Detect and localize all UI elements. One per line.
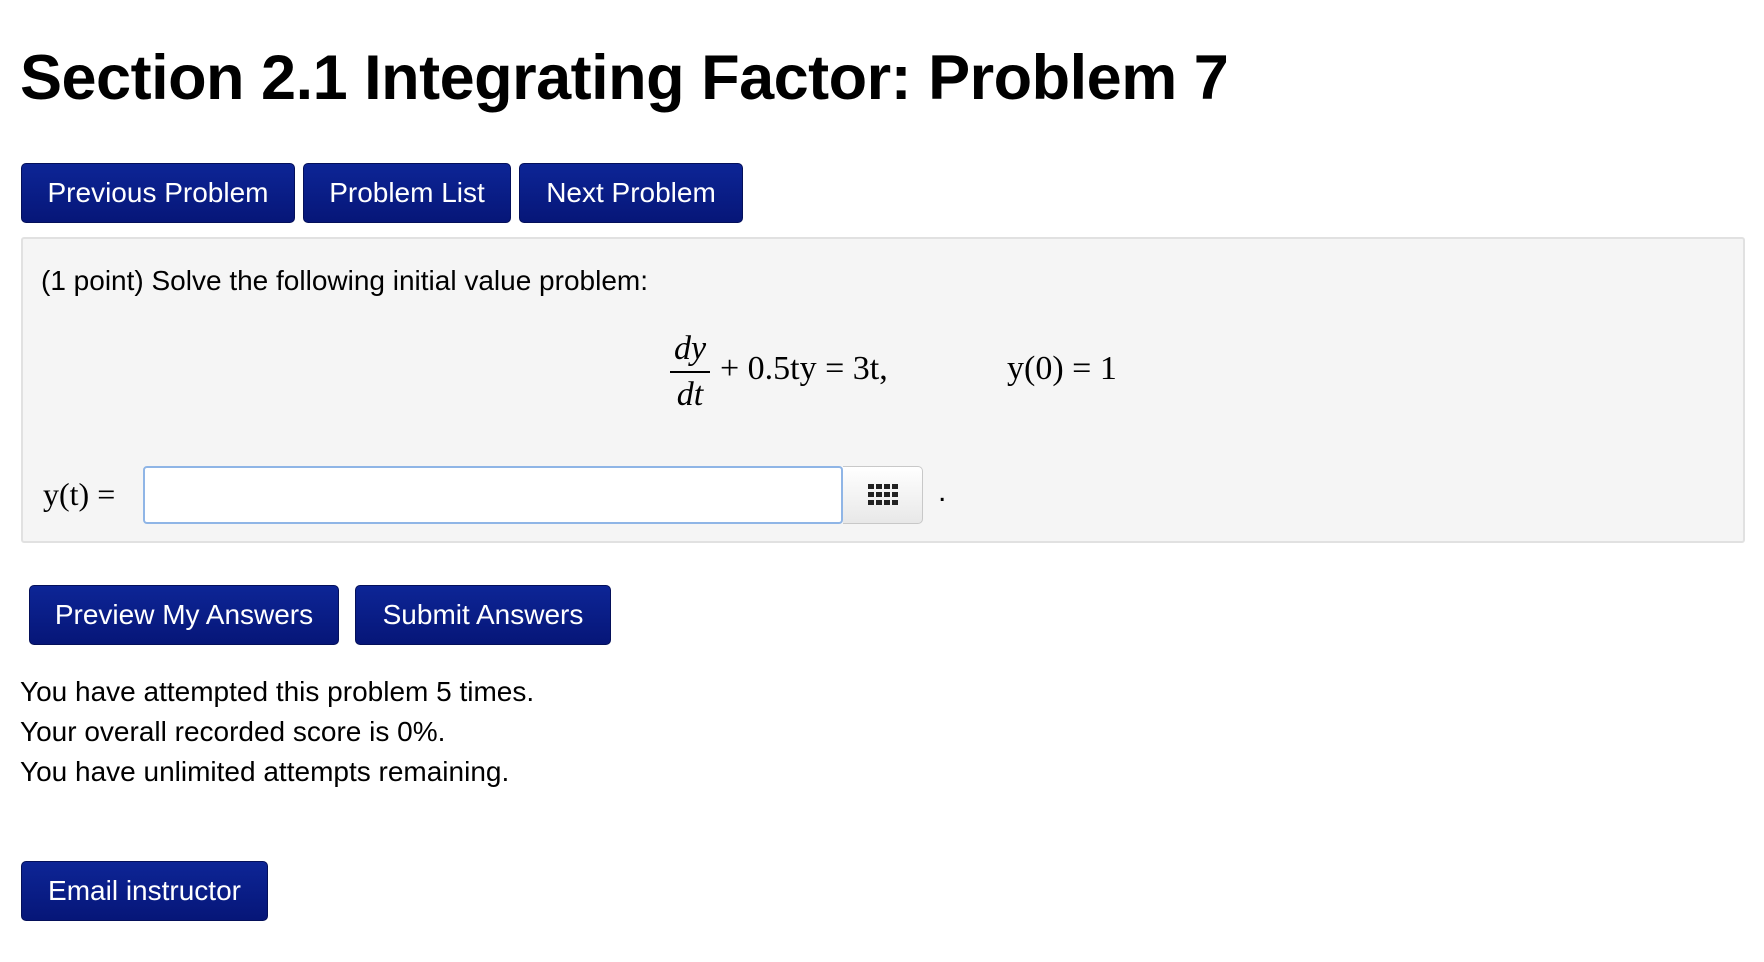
remaining-attempts-status: You have unlimited attempts remaining. <box>20 756 510 787</box>
next-problem-button[interactable]: Next Problem <box>519 163 743 223</box>
derivative-fraction: dy dt <box>670 327 710 417</box>
fraction-numerator: dy <box>673 330 707 367</box>
answer-trailing-period: . <box>938 475 947 508</box>
preview-answers-button[interactable]: Preview My Answers <box>29 585 339 645</box>
problem-statement-box: (1 point) Solve the following initial va… <box>21 237 1745 543</box>
email-instructor-button[interactable]: Email instructor <box>21 861 268 921</box>
answer-input[interactable] <box>143 466 843 524</box>
fraction-denominator: dt <box>676 376 704 413</box>
page-title: Section 2.1 Integrating Factor: Problem … <box>20 43 1229 113</box>
problem-intro-text: (1 point) Solve the following initial va… <box>41 265 648 296</box>
answer-label: y(t) = <box>43 476 116 512</box>
initial-condition: y(0) = 1 <box>1007 350 1117 387</box>
equation-remainder: + 0.5ty = 3t, <box>720 350 888 387</box>
grid-icon <box>867 484 898 505</box>
problem-list-button[interactable]: Problem List <box>303 163 511 223</box>
equation-palette-button[interactable] <box>843 466 923 524</box>
attempts-status: You have attempted this problem 5 times. <box>20 676 535 707</box>
score-status: Your overall recorded score is 0%. <box>20 716 446 747</box>
submit-answers-button[interactable]: Submit Answers <box>355 585 611 645</box>
webwork-problem-page: Section 2.1 Integrating Factor: Problem … <box>0 0 1764 962</box>
previous-problem-button[interactable]: Previous Problem <box>21 163 295 223</box>
